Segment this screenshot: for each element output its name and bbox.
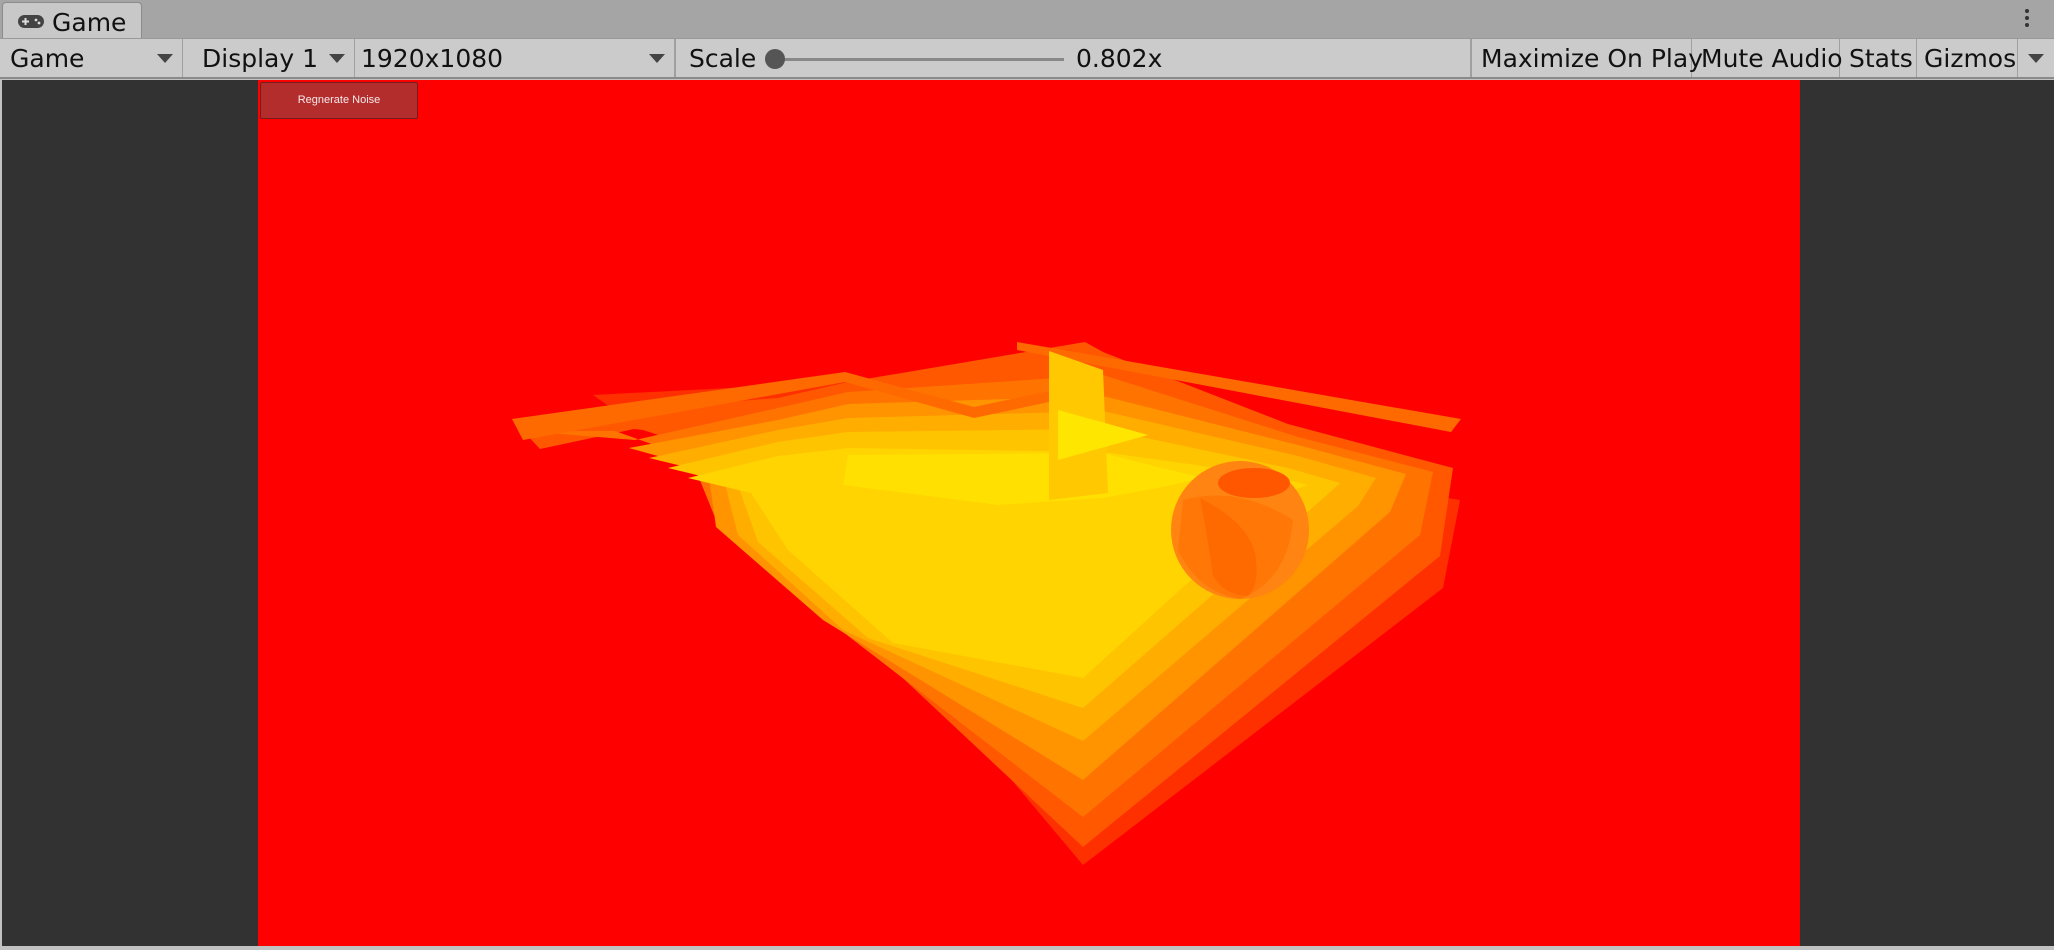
maximize-on-play-label: Maximize On Play: [1481, 44, 1703, 73]
view-mode-dropdown[interactable]: Game: [0, 39, 183, 77]
scale-slider-handle[interactable]: [765, 49, 785, 69]
scale-slider[interactable]: [770, 58, 1064, 61]
game-toolbar: Game Display 1 1920x1080 Scale 0.802x Ma…: [0, 39, 2054, 79]
maximize-on-play-toggle[interactable]: Maximize On Play: [1471, 39, 1703, 77]
gizmos-dropdown[interactable]: [2018, 39, 2054, 77]
game-view: Regnerate Noise: [2, 80, 2054, 946]
game-viewport[interactable]: Regnerate Noise: [258, 80, 1800, 946]
resolution-label: 1920x1080: [361, 44, 504, 73]
gizmos-toggle[interactable]: Gizmos: [1917, 39, 2018, 77]
mute-audio-toggle[interactable]: Mute Audio: [1692, 39, 1843, 77]
tab-game[interactable]: Game: [2, 2, 142, 38]
terrain-scene: [512, 342, 1461, 865]
regenerate-noise-button[interactable]: Regnerate Noise: [260, 82, 418, 119]
more-options-icon[interactable]: [2020, 6, 2034, 34]
scale-label: Scale: [689, 44, 757, 73]
gamepad-icon: [18, 15, 44, 28]
gizmos-label: Gizmos: [1924, 44, 2017, 73]
chevron-down-icon: [649, 54, 665, 63]
stats-toggle[interactable]: Stats: [1840, 39, 1917, 77]
chevron-down-icon: [2028, 54, 2044, 63]
display-dropdown[interactable]: Display 1: [183, 39, 355, 77]
resolution-dropdown[interactable]: 1920x1080: [355, 39, 675, 77]
tab-strip: Game: [0, 0, 2054, 39]
chevron-down-icon: [157, 54, 173, 63]
sphere-cap: [1218, 468, 1290, 498]
chevron-down-icon: [329, 54, 345, 63]
scale-value: 0.802x: [1076, 44, 1163, 73]
stats-label: Stats: [1849, 44, 1913, 73]
tab-title: Game: [52, 8, 127, 37]
display-label: Display 1: [202, 44, 319, 73]
view-mode-label: Game: [10, 44, 85, 73]
mute-audio-label: Mute Audio: [1701, 44, 1843, 73]
